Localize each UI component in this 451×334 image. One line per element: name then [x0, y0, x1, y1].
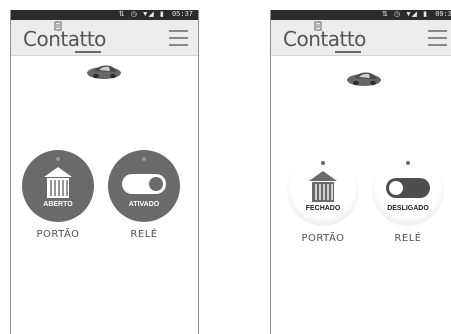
- app-bar: Contatto: [11, 20, 198, 56]
- gate-state: ABERTO: [43, 201, 73, 208]
- relay-button[interactable]: ATIVADO: [108, 150, 180, 222]
- status-time: 05:37: [171, 11, 193, 19]
- phone-screen-left: ⇅ ◷ ▼◢ ▮ 05:37 Contatto ABERTO PORTÃO AT…: [10, 10, 199, 334]
- app-logo: Contatto: [23, 27, 106, 51]
- app-logo: Contatto: [283, 27, 366, 51]
- garage-gate-icon: [309, 171, 337, 202]
- relay-button[interactable]: DESLIGADO: [372, 154, 444, 226]
- relay-control[interactable]: ATIVADO RELÉ: [104, 150, 184, 240]
- logo-underline: [335, 51, 361, 53]
- car-icon: [87, 65, 121, 79]
- status-bar: ⇅ ◷ ▼◢ ▮ 05:37: [11, 10, 198, 20]
- gate-label: PORTÃO: [301, 233, 345, 244]
- gate-button[interactable]: ABERTO: [22, 150, 94, 222]
- status-dot: [406, 161, 410, 165]
- gate-control[interactable]: FECHADO PORTÃO: [283, 154, 363, 244]
- relay-state: DESLIGADO: [387, 205, 429, 212]
- relay-label: RELÉ: [394, 233, 422, 244]
- toggle-on-icon: [122, 174, 166, 194]
- car-icon: [347, 72, 381, 86]
- relay-state: ATIVADO: [128, 201, 160, 208]
- status-bar: ⇅ ◷ ▼◢ ▮ 09:3: [271, 10, 451, 20]
- gate-button[interactable]: FECHADO: [287, 154, 359, 226]
- hamburger-menu-icon[interactable]: [428, 30, 447, 46]
- status-icons: ⇅ ◷ ▼◢ ▮: [381, 11, 428, 19]
- status-dot: [56, 157, 60, 161]
- relay-label: RELÉ: [130, 229, 158, 240]
- relay-control[interactable]: DESLIGADO RELÉ: [368, 154, 448, 244]
- status-icons: ⇅ ◷ ▼◢ ▮: [118, 11, 165, 19]
- status-time: 09:3: [435, 11, 451, 19]
- hamburger-menu-icon[interactable]: [169, 30, 188, 46]
- gate-state: FECHADO: [305, 205, 341, 212]
- gate-control[interactable]: ABERTO PORTÃO: [18, 150, 98, 240]
- logo-underline: [75, 51, 101, 53]
- app-bar: Contatto: [271, 20, 451, 56]
- phone-screen-right: ⇅ ◷ ▼◢ ▮ 09:3 Contatto FECHADO PORTÃO DE…: [270, 10, 451, 334]
- toggle-off-icon: [386, 178, 430, 198]
- status-dot: [321, 161, 325, 165]
- garage-gate-icon: [44, 167, 72, 198]
- gate-label: PORTÃO: [36, 229, 80, 240]
- status-dot: [142, 157, 146, 161]
